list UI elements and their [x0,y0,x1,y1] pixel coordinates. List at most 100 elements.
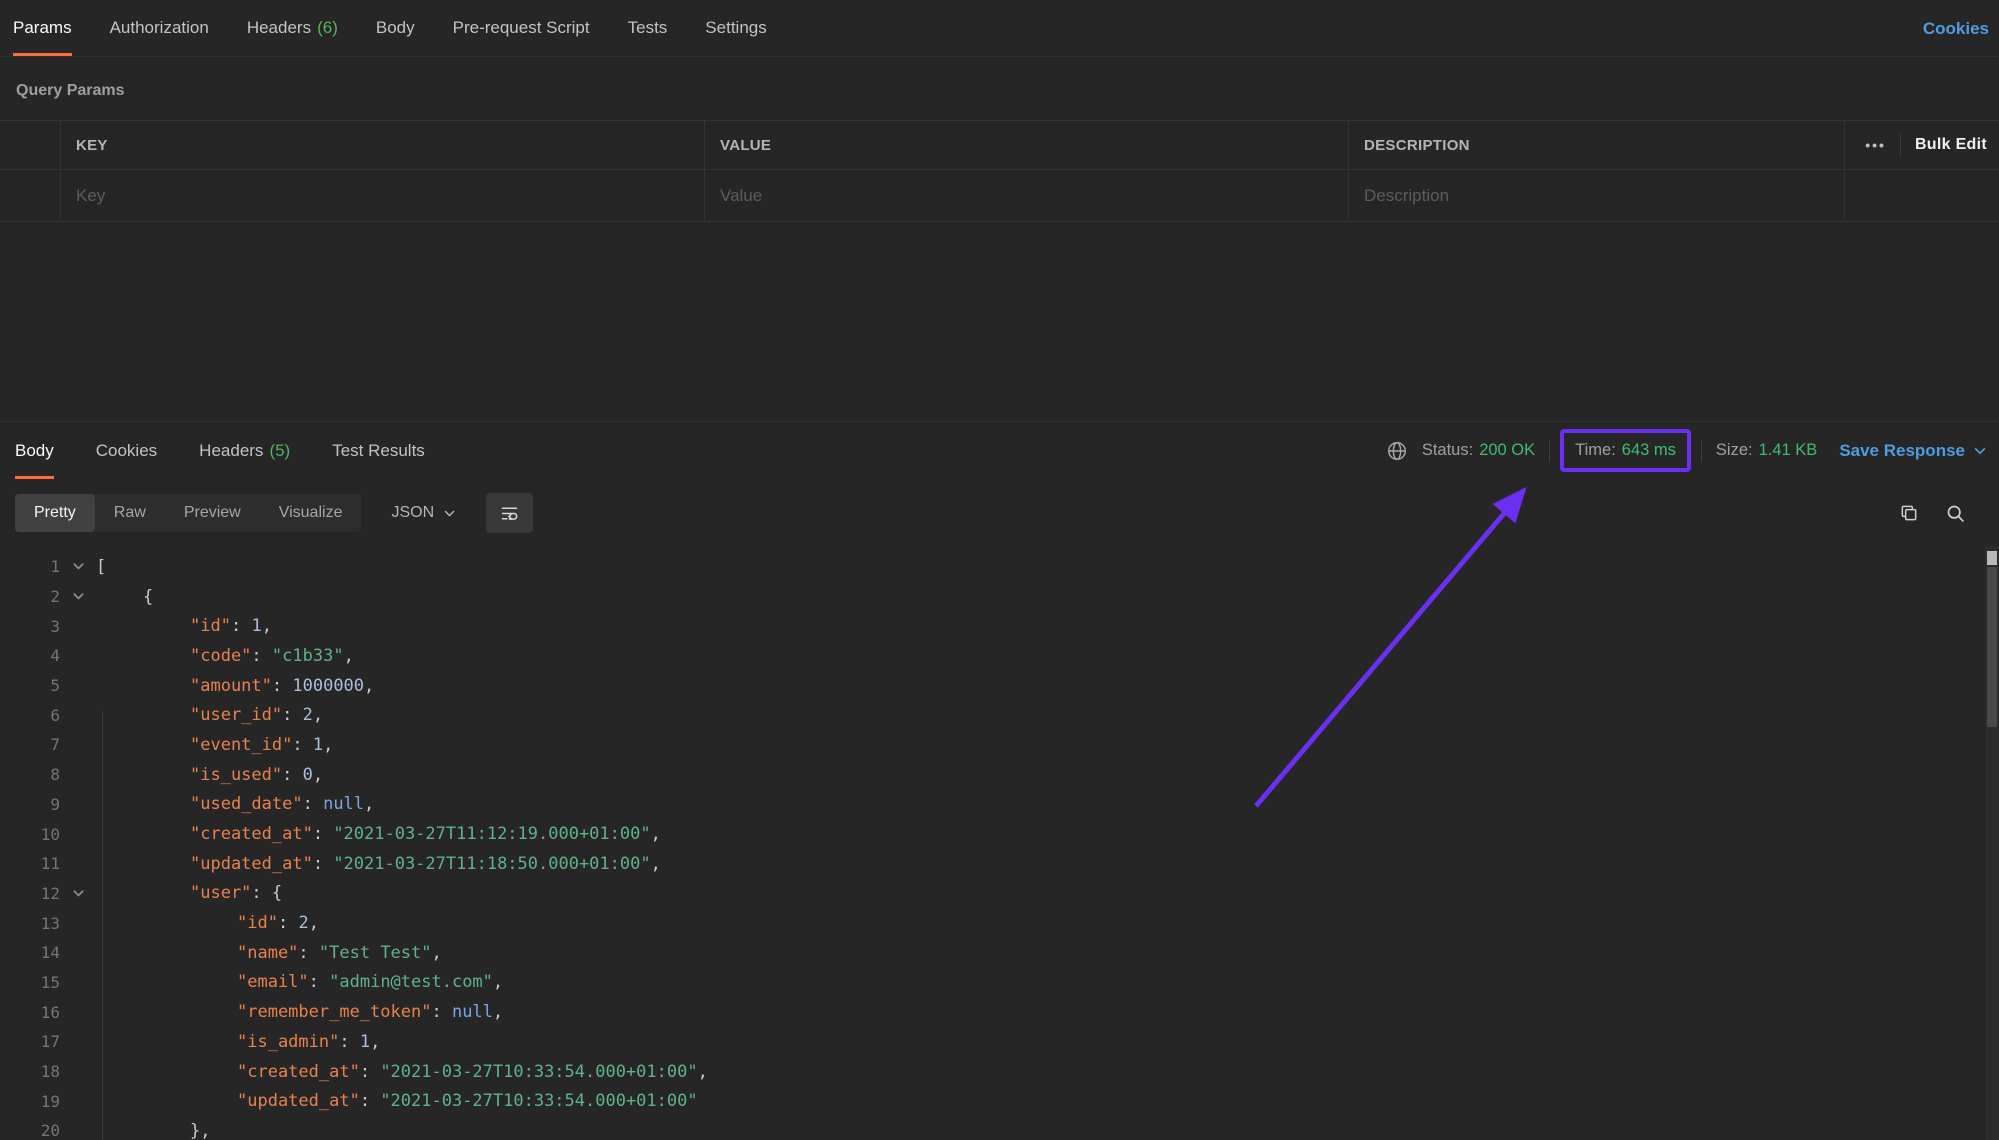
code-text: "name": "Test Test", [237,942,442,963]
tab-label: Headers [246,18,312,37]
line-number: 14 [40,943,60,963]
response-tab-body[interactable]: Body [15,422,54,479]
code-text: "code": "c1b33", [190,645,354,666]
time-value: 643 ms [1621,441,1676,459]
line-number: 16 [40,1002,60,1022]
code-text: "event_id": 1, [190,734,334,755]
code-line: 12 "user": { [0,879,1985,909]
response-tab-test-results[interactable]: Test Results [332,422,425,479]
line-number: 7 [50,735,60,755]
row-handle-cell [0,170,61,221]
scrollbar-track[interactable] [1985,546,1999,1140]
code-text: "email": "admin@test.com", [237,972,504,993]
code-text: "user_id": 2, [190,705,324,726]
line-number: 12 [40,883,60,903]
tab-authorization[interactable]: Authorization [110,0,209,56]
query-params-title: Query Params [16,82,125,99]
toolbar-right-icons [1899,503,1966,524]
tab-pre-request-script[interactable]: Pre-request Script [453,0,590,56]
format-select[interactable]: JSON [391,504,456,522]
line-number: 4 [50,646,60,666]
chevron-down-icon [1974,447,1986,454]
divider [1549,439,1551,462]
response-panel: Body Cookies Headers (5) Test Results Sta… [0,421,1999,1140]
tab-label: Authorization [109,18,209,37]
code-text: { [143,586,154,607]
response-tab-cookies[interactable]: Cookies [96,422,157,479]
code-line: 9 "used_date": null, [0,790,1985,820]
tab-label: Params [13,18,72,37]
view-mode-pretty[interactable]: Pretty [15,494,95,532]
code-line: 11 "updated_at": "2021-03-27T11:18:50.000… [0,849,1985,879]
globe-icon[interactable] [1386,440,1408,462]
line-number: 15 [40,972,60,992]
fold-chevron-icon[interactable] [60,589,96,604]
code-text: "is_admin": 1, [237,1031,381,1052]
text-wrap-button[interactable] [486,493,534,533]
view-mode-preview[interactable]: Preview [165,494,260,532]
tab-label: Pre-request Script [452,18,590,37]
tab-label: Cookies [95,440,158,460]
response-header: Body Cookies Headers (5) Test Results Sta… [0,422,1999,479]
table-header-row: KEY VALUE DESCRIPTION ••• Bulk Edit [0,120,1999,170]
line-number: 19 [40,1091,60,1111]
line-number: 1 [50,557,60,577]
code-text: }, [190,1120,211,1140]
response-tab-headers[interactable]: Headers (5) [199,422,290,479]
code-text: "is_used": 0, [190,764,324,785]
search-icon[interactable] [1945,503,1966,524]
code-line: 20}, [0,1116,1985,1140]
line-number: 20 [40,1121,60,1140]
time-highlight-box: Time: 643 ms [1560,429,1691,472]
param-key-input[interactable] [76,185,704,206]
code-text: "id": 1, [190,616,272,637]
line-number: 5 [50,676,60,696]
more-actions-icon[interactable]: ••• [1865,137,1886,153]
size-label: Size: [1715,441,1753,459]
status-code: Status: 200 OK [1422,441,1535,460]
code-line: 10 "created_at": "2021-03-27T11:12:19.000… [0,819,1985,849]
tab-label: Tests [627,18,668,37]
status-label: Status: [1421,441,1474,459]
code-text: "remember_me_token": null, [237,1002,504,1023]
code-text: "updated_at": "2021-03-27T11:18:50.000+0… [190,853,661,874]
column-header-value: VALUE [705,121,1349,169]
code-line: 2{ [0,582,1985,612]
format-select-value: JSON [391,504,435,521]
cookies-link[interactable]: Cookies [1923,0,1989,57]
divider [1700,439,1702,462]
line-number: 11 [40,854,60,874]
param-value-input[interactable] [720,185,1348,206]
param-description-input[interactable] [1364,185,1844,206]
scrollbar-thumb[interactable] [1987,567,1997,727]
request-tabs: Params Authorization Headers (6) Body Pre… [13,0,1999,56]
tab-settings[interactable]: Settings [705,0,766,56]
code-line: 7 "event_id": 1, [0,730,1985,760]
row-handle-cell [0,121,61,169]
fold-chevron-icon[interactable] [60,886,96,901]
tab-params[interactable]: Params [13,0,72,56]
tab-tests[interactable]: Tests [628,0,668,56]
code-line: 17 "is_admin": 1, [0,1027,1985,1057]
save-response-button[interactable]: Save Response [1839,441,1987,461]
table-actions-cell [1845,170,1999,221]
code-line: 5 "amount": 1000000, [0,671,1985,701]
tab-label: Settings [705,18,767,37]
save-response-label: Save Response [1839,440,1965,460]
line-number: 17 [40,1032,60,1052]
code-line: 15 "email": "admin@test.com", [0,968,1985,998]
response-headers-count-badge: (5) [269,440,291,460]
tab-body[interactable]: Body [376,0,415,56]
headers-count-badge: (6) [317,18,338,37]
view-mode-visualize[interactable]: Visualize [260,494,362,532]
copy-icon[interactable] [1899,503,1919,523]
table-actions-cell: ••• Bulk Edit [1845,121,1999,169]
code-line: 8 "is_used": 0, [0,760,1985,790]
bulk-edit-button[interactable]: Bulk Edit [1915,136,1987,154]
fold-chevron-icon[interactable] [60,559,96,574]
view-mode-raw[interactable]: Raw [95,494,165,532]
code-text: "used_date": null, [190,794,375,815]
status-value: 200 OK [1479,441,1536,459]
indent-guide [102,711,103,1140]
tab-headers[interactable]: Headers (6) [247,0,338,56]
